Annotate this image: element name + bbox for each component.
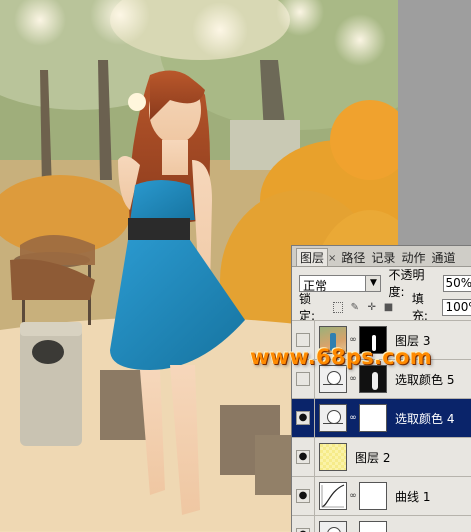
- layer-row[interactable]: ● 图层 2: [292, 437, 471, 476]
- link-icon[interactable]: ∞: [349, 491, 357, 501]
- layer-mask-thumbnail[interactable]: [359, 365, 387, 393]
- layer-name: 图层 2: [355, 449, 390, 466]
- panel-tabs: 图层 × 路径 记录 动作 通道: [292, 246, 471, 267]
- tab-paths[interactable]: 路径: [338, 249, 368, 266]
- lock-all-icon[interactable]: ■: [383, 302, 394, 313]
- layer-row[interactable]: ● ∞: [292, 515, 471, 532]
- fill-input[interactable]: 100%: [442, 299, 471, 316]
- adjustment-icon: [319, 404, 347, 432]
- layer-mask-thumbnail[interactable]: [359, 521, 387, 532]
- tab-channels[interactable]: 通道: [428, 249, 458, 266]
- fill-label: 填充:: [412, 290, 440, 324]
- link-icon[interactable]: ∞: [349, 335, 357, 345]
- link-icon[interactable]: ∞: [349, 413, 357, 423]
- lock-label: 锁定:: [299, 290, 327, 324]
- blend-opacity-row: 正常 ▼ 不透明度: 50%: [292, 272, 471, 294]
- layer-row-selected[interactable]: ● ∞ 选取颜色 4: [292, 398, 471, 437]
- lock-transparency-icon[interactable]: [333, 302, 344, 313]
- curves-icon: [319, 482, 347, 510]
- blend-mode-value: 正常: [303, 277, 327, 294]
- chevron-down-icon: ▼: [365, 276, 380, 291]
- watermark-text: www.68ps.com: [250, 345, 432, 369]
- eye-icon[interactable]: ●: [296, 489, 310, 503]
- visibility-toggle[interactable]: [296, 372, 310, 386]
- adjustment-icon: [319, 521, 347, 532]
- layers-panel: 图层 × 路径 记录 动作 通道 正常 ▼ 不透明度: 50% 锁定: ✎ ✛ …: [291, 245, 471, 532]
- eye-icon[interactable]: ●: [296, 411, 310, 425]
- adjustment-icon: [319, 365, 347, 393]
- opacity-input[interactable]: 50%: [443, 275, 471, 292]
- divider: [314, 399, 315, 437]
- eye-icon[interactable]: ●: [296, 528, 310, 532]
- tab-actions[interactable]: 动作: [398, 249, 428, 266]
- tab-history[interactable]: 记录: [368, 249, 398, 266]
- eye-icon[interactable]: ●: [296, 450, 310, 464]
- close-icon[interactable]: ×: [328, 253, 338, 266]
- divider: [314, 516, 315, 532]
- lock-brush-icon[interactable]: ✎: [349, 302, 360, 313]
- workspace-background: [398, 0, 471, 245]
- layer-row[interactable]: ● ∞ 曲线 1: [292, 476, 471, 515]
- layer-mask-thumbnail[interactable]: [359, 482, 387, 510]
- layer-thumbnail: [319, 443, 347, 471]
- blend-mode-select[interactable]: 正常 ▼: [299, 275, 381, 292]
- divider: [314, 477, 315, 515]
- layer-name: 选取颜色 5: [395, 371, 454, 388]
- divider: [314, 438, 315, 476]
- lock-move-icon[interactable]: ✛: [366, 302, 377, 313]
- link-icon[interactable]: ∞: [349, 374, 357, 384]
- lock-fill-row: 锁定: ✎ ✛ ■ 填充: 100%: [292, 296, 471, 318]
- layer-name: 选取颜色 4: [395, 410, 454, 427]
- layer-name: 曲线 1: [395, 488, 430, 505]
- layer-mask-thumbnail[interactable]: [359, 404, 387, 432]
- tab-layers[interactable]: 图层: [296, 248, 328, 266]
